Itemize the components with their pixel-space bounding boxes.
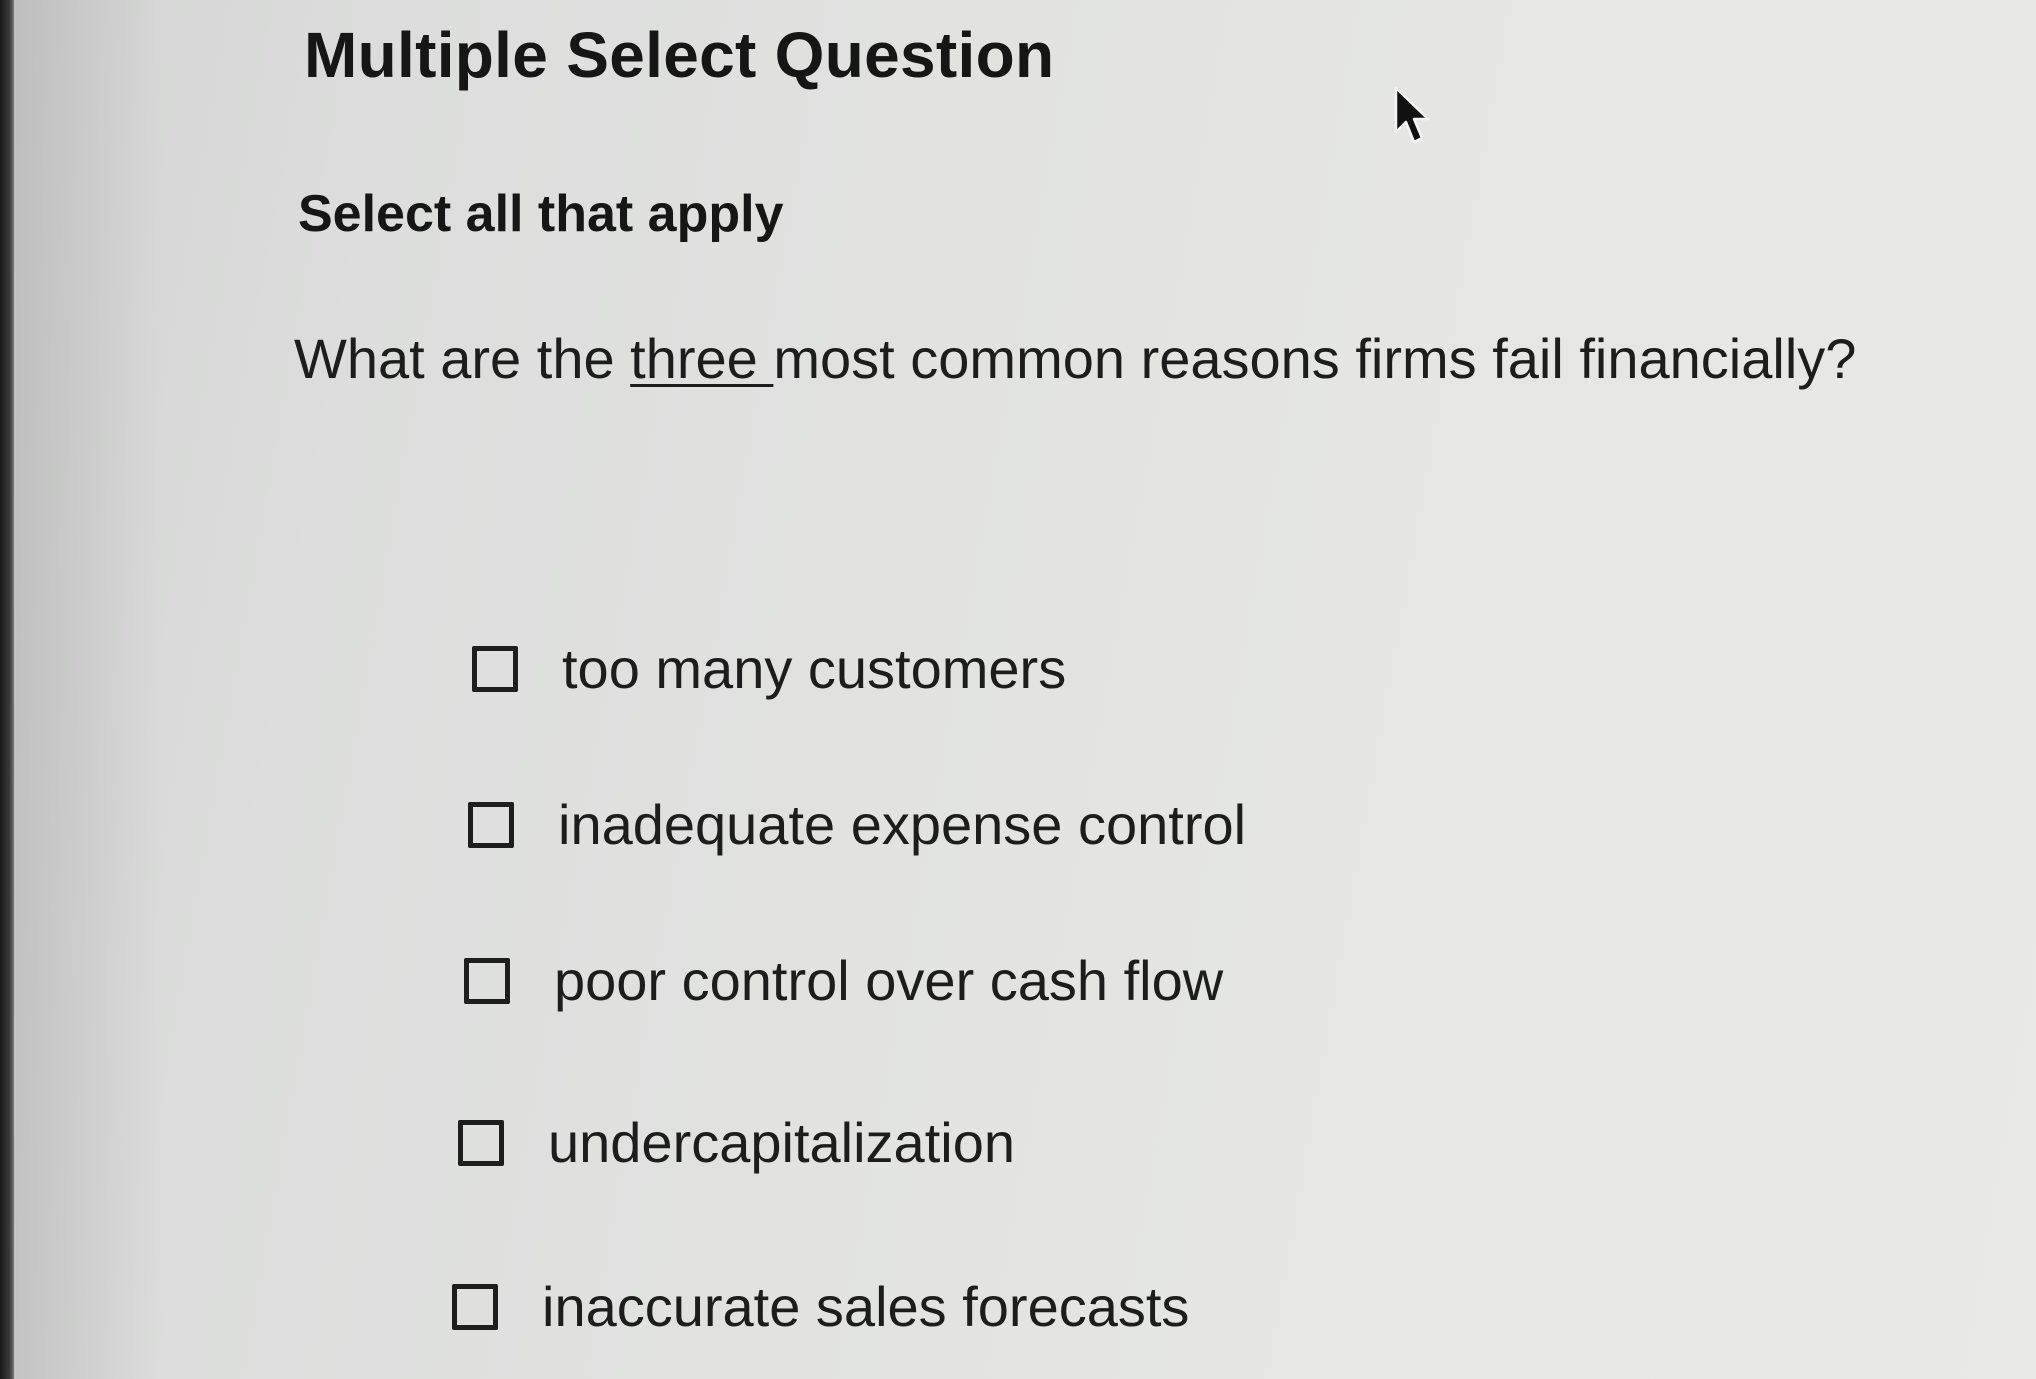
checkbox-unchecked-icon[interactable] xyxy=(458,1119,504,1166)
mouse-pointer-icon xyxy=(1394,86,1430,144)
option-label: too many customers xyxy=(562,637,1067,700)
checkbox-unchecked-icon[interactable] xyxy=(468,801,514,848)
checkbox-unchecked-icon[interactable] xyxy=(464,957,510,1004)
answer-option-too-many-customers[interactable]: too many customers xyxy=(472,636,1066,701)
option-label: inadequate expense control xyxy=(558,793,1247,856)
answer-option-undercapitalization[interactable]: undercapitalization xyxy=(458,1110,1015,1175)
option-label: undercapitalization xyxy=(548,1111,1015,1174)
checkbox-unchecked-icon[interactable] xyxy=(472,645,518,692)
answer-option-poor-control-over-cash-flow[interactable]: poor control over cash flow xyxy=(464,948,1223,1013)
answer-options: too many customers inadequate expense co… xyxy=(0,0,2036,1379)
answer-option-inadequate-expense-control[interactable]: inadequate expense control xyxy=(468,792,1246,857)
option-label: inaccurate sales forecasts xyxy=(542,1275,1190,1338)
checkbox-unchecked-icon[interactable] xyxy=(452,1283,498,1330)
answer-option-inaccurate-sales-forecasts[interactable]: inaccurate sales forecasts xyxy=(452,1274,1189,1339)
option-label: poor control over cash flow xyxy=(554,949,1224,1012)
